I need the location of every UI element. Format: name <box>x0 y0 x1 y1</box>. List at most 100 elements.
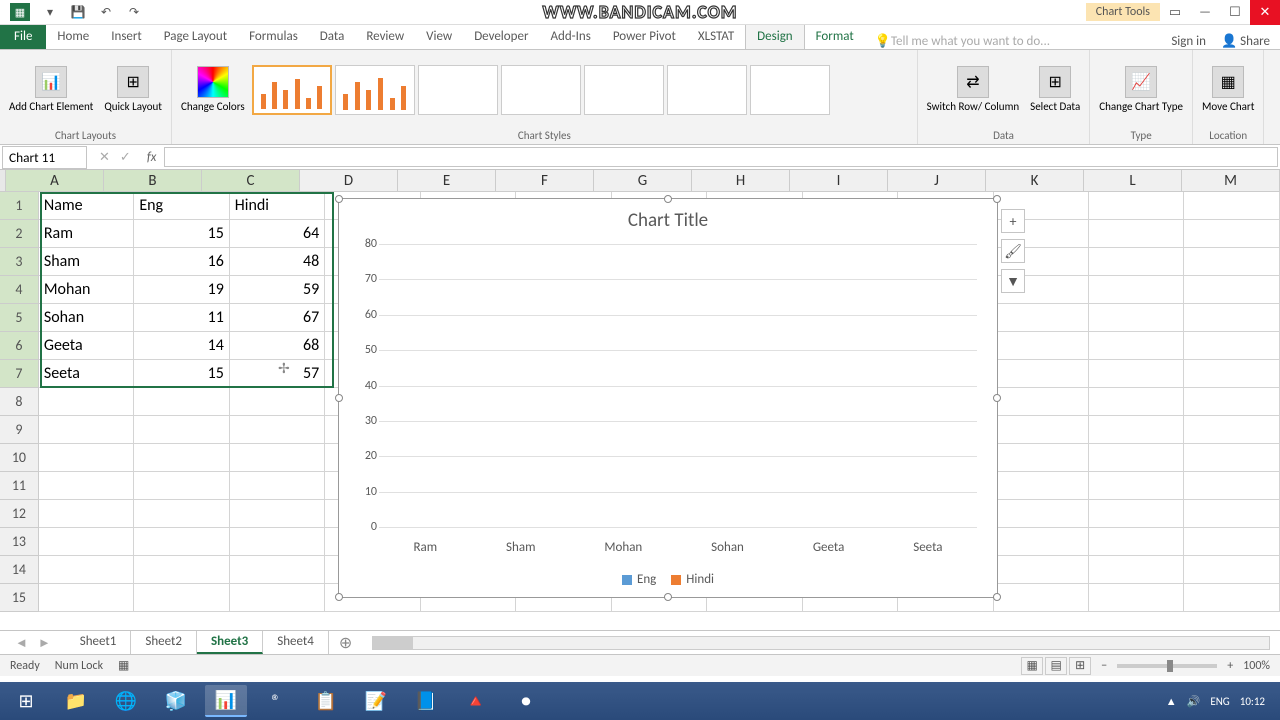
cell-K10[interactable] <box>994 444 1089 472</box>
tab-design[interactable]: Design <box>745 23 804 49</box>
cell-A8[interactable] <box>39 388 134 416</box>
ribbon-options-icon[interactable]: ▭ <box>1160 0 1190 25</box>
add-chart-element-button[interactable]: 📊Add Chart Element <box>5 64 97 115</box>
tray-chevron-icon[interactable]: ▲ <box>1166 695 1177 708</box>
row-header-9[interactable]: 9 <box>0 416 39 444</box>
chart-style-7[interactable] <box>750 65 830 115</box>
column-header-c[interactable]: C <box>202 170 300 191</box>
chart-style-3[interactable] <box>418 65 498 115</box>
cell-C5[interactable]: 67 <box>230 304 325 332</box>
cell-C15[interactable] <box>230 584 325 612</box>
tray-time[interactable]: 10:12 <box>1240 695 1265 708</box>
select-data-button[interactable]: ⊞Select Data <box>1026 64 1084 115</box>
macro-record-icon[interactable]: ▦ <box>118 658 129 673</box>
tab-power-pivot[interactable]: Power Pivot <box>602 24 687 49</box>
cell-L2[interactable] <box>1089 220 1184 248</box>
cell-B4[interactable]: 19 <box>134 276 229 304</box>
sheet-tab-sheet1[interactable]: Sheet1 <box>66 631 132 654</box>
cell-A10[interactable] <box>39 444 134 472</box>
chart-style-2[interactable] <box>335 65 415 115</box>
add-sheet-button[interactable]: ⊕ <box>329 633 362 653</box>
normal-view-icon[interactable]: ▦ <box>1021 657 1043 675</box>
cell-M2[interactable] <box>1184 220 1279 248</box>
chart-object[interactable]: Chart Title 01020304050607080 RamShamMoh… <box>338 198 998 598</box>
cell-A13[interactable] <box>39 528 134 556</box>
chart-title[interactable]: Chart Title <box>339 199 997 242</box>
cell-C10[interactable] <box>230 444 325 472</box>
sign-in-link[interactable]: Sign in <box>1171 34 1206 49</box>
row-header-14[interactable]: 14 <box>0 556 39 584</box>
tell-me-search[interactable]: 💡 Tell me what you want to do... <box>865 34 1172 49</box>
cell-L9[interactable] <box>1089 416 1184 444</box>
cell-M3[interactable] <box>1184 248 1279 276</box>
cell-B15[interactable] <box>134 584 229 612</box>
fx-icon[interactable]: fx <box>141 150 163 165</box>
legend-item-eng[interactable]: Eng <box>622 572 656 587</box>
tab-page-layout[interactable]: Page Layout <box>153 24 238 49</box>
cell-C2[interactable]: 64 <box>230 220 325 248</box>
file-explorer-icon[interactable]: 📁 <box>55 685 97 717</box>
cell-K9[interactable] <box>994 416 1089 444</box>
cell-K7[interactable] <box>994 360 1089 388</box>
cell-A14[interactable] <box>39 556 134 584</box>
menu-icon[interactable]: ▾ <box>42 4 58 20</box>
zoom-level[interactable]: 100% <box>1243 659 1270 673</box>
tray-lang[interactable]: ENG <box>1210 695 1229 708</box>
maximize-icon[interactable]: ☐ <box>1220 0 1250 25</box>
column-header-m[interactable]: M <box>1182 170 1280 191</box>
change-chart-type-button[interactable]: 📈Change Chart Type <box>1095 64 1187 115</box>
cell-K5[interactable] <box>994 304 1089 332</box>
quick-layout-button[interactable]: ⊞Quick Layout <box>100 64 166 115</box>
cell-L12[interactable] <box>1089 500 1184 528</box>
cell-A7[interactable]: Seeta <box>39 360 134 388</box>
cell-L11[interactable] <box>1089 472 1184 500</box>
zoom-out-icon[interactable]: − <box>1101 659 1107 673</box>
cell-B11[interactable] <box>134 472 229 500</box>
cell-B1[interactable]: Eng <box>134 192 229 220</box>
cell-A5[interactable]: Sohan <box>39 304 134 332</box>
cell-K11[interactable] <box>994 472 1089 500</box>
cell-B7[interactable]: 15 <box>134 360 229 388</box>
cell-M14[interactable] <box>1184 556 1279 584</box>
switch-row-column-button[interactable]: ⇄Switch Row/ Column <box>923 64 1023 115</box>
cell-M7[interactable] <box>1184 360 1279 388</box>
column-header-j[interactable]: J <box>888 170 986 191</box>
app-icon-2[interactable]: ® <box>255 685 297 717</box>
page-layout-view-icon[interactable]: ▤ <box>1045 657 1067 675</box>
cell-C11[interactable] <box>230 472 325 500</box>
page-break-view-icon[interactable]: ⊞ <box>1069 657 1091 675</box>
cell-A12[interactable] <box>39 500 134 528</box>
cell-M1[interactable] <box>1184 192 1279 220</box>
cell-M10[interactable] <box>1184 444 1279 472</box>
cell-K14[interactable] <box>994 556 1089 584</box>
chart-filters-button[interactable]: ▼ <box>1001 269 1025 293</box>
cell-L1[interactable] <box>1089 192 1184 220</box>
vlc-icon[interactable]: 🔺 <box>455 685 497 717</box>
row-header-15[interactable]: 15 <box>0 584 39 612</box>
chart-style-gallery[interactable] <box>252 65 912 115</box>
cell-B5[interactable]: 11 <box>134 304 229 332</box>
row-header-2[interactable]: 2 <box>0 220 39 248</box>
cell-C14[interactable] <box>230 556 325 584</box>
cell-C1[interactable]: Hindi <box>230 192 325 220</box>
cell-B10[interactable] <box>134 444 229 472</box>
row-header-4[interactable]: 4 <box>0 276 39 304</box>
column-header-b[interactable]: B <box>104 170 202 191</box>
cell-M5[interactable] <box>1184 304 1279 332</box>
sheet-nav-prev-icon[interactable]: ◄ <box>15 635 28 651</box>
column-header-f[interactable]: F <box>496 170 594 191</box>
cell-M6[interactable] <box>1184 332 1279 360</box>
cell-B12[interactable] <box>134 500 229 528</box>
cell-B2[interactable]: 15 <box>134 220 229 248</box>
chart-style-4[interactable] <box>501 65 581 115</box>
cell-L13[interactable] <box>1089 528 1184 556</box>
cell-A15[interactable] <box>39 584 134 612</box>
change-colors-button[interactable]: Change Colors <box>177 64 249 115</box>
tab-developer[interactable]: Developer <box>463 24 539 49</box>
name-box[interactable] <box>2 146 87 169</box>
horizontal-scrollbar[interactable] <box>372 636 1270 650</box>
sheet-tab-sheet2[interactable]: Sheet2 <box>131 631 197 654</box>
undo-icon[interactable]: ↶ <box>98 4 114 20</box>
app-icon-4[interactable]: 📘 <box>405 685 447 717</box>
tab-xlstat[interactable]: XLSTAT <box>687 24 745 49</box>
